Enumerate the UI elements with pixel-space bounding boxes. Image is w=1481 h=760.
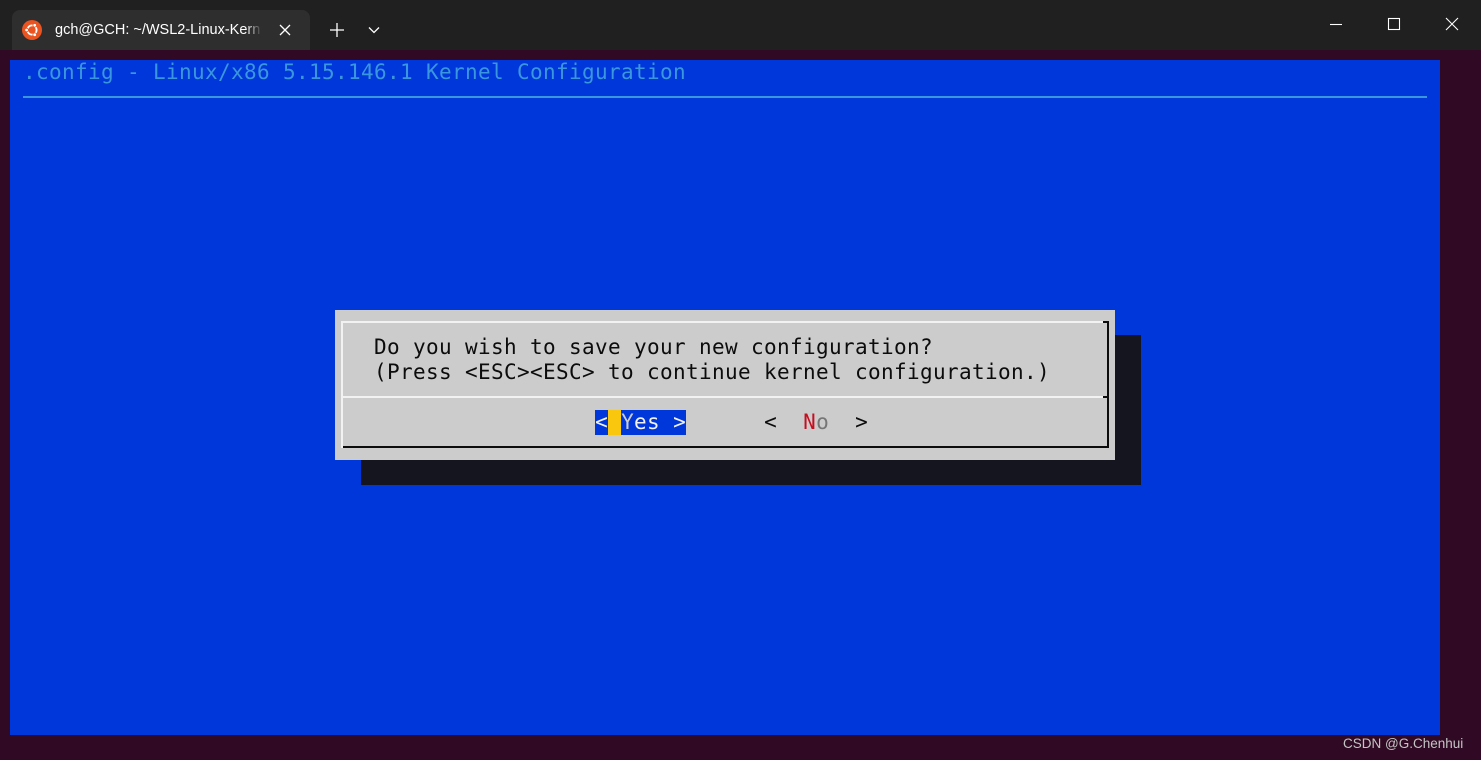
no-button[interactable]: < N o >: [764, 410, 868, 435]
button-bracket-open: <: [764, 410, 777, 434]
watermark: CSDN @G.Chenhui: [1343, 736, 1464, 751]
minimize-icon: [1330, 23, 1342, 26]
button-spacer: [829, 410, 855, 435]
button-spacer: [777, 410, 803, 435]
button-hotkey: Y: [621, 410, 634, 434]
tab-close-button[interactable]: [276, 21, 294, 39]
button-hotkey: N: [803, 410, 816, 434]
tab-title: gch@GCH: ~/WSL2-Linux-Kern: [55, 22, 261, 38]
button-label-rest: es: [634, 410, 661, 434]
new-tab-button[interactable]: [318, 10, 356, 50]
button-bracket-close: >: [855, 410, 868, 434]
button-label-rest: o: [816, 410, 829, 434]
dialog-separator-right-end: [1103, 396, 1109, 398]
close-icon: [279, 24, 291, 36]
dialog-frame-top: [341, 321, 1103, 323]
title-underline: [23, 96, 1427, 98]
button-bracket-close: >: [673, 410, 686, 434]
dialog-hint: (Press <ESC><ESC> to continue kernel con…: [374, 360, 1051, 384]
menuconfig-title: .config - Linux/x86 5.15.146.1 Kernel Co…: [23, 60, 687, 84]
button-spacer: [660, 410, 673, 435]
dialog-frame-left: [341, 321, 343, 448]
close-icon: [1445, 17, 1459, 31]
maximize-icon: [1387, 17, 1401, 31]
maximize-button[interactable]: [1365, 0, 1423, 48]
ubuntu-icon: [22, 20, 42, 40]
close-window-button[interactable]: [1423, 0, 1481, 48]
tab-dropdown-button[interactable]: [356, 10, 392, 50]
dialog-separator: [341, 396, 1103, 398]
save-config-dialog: [335, 310, 1115, 460]
button-bracket-open: <: [595, 410, 608, 434]
dialog-frame-bottom: [343, 446, 1109, 448]
chevron-down-icon: [368, 27, 380, 34]
terminal-cursor: [608, 410, 621, 435]
dialog-question: Do you wish to save your new configurati…: [374, 335, 934, 359]
plus-icon: [330, 23, 344, 37]
yes-button[interactable]: < Y es >: [595, 410, 686, 435]
dialog-frame-right: [1107, 321, 1109, 448]
minimize-button[interactable]: [1307, 0, 1365, 48]
